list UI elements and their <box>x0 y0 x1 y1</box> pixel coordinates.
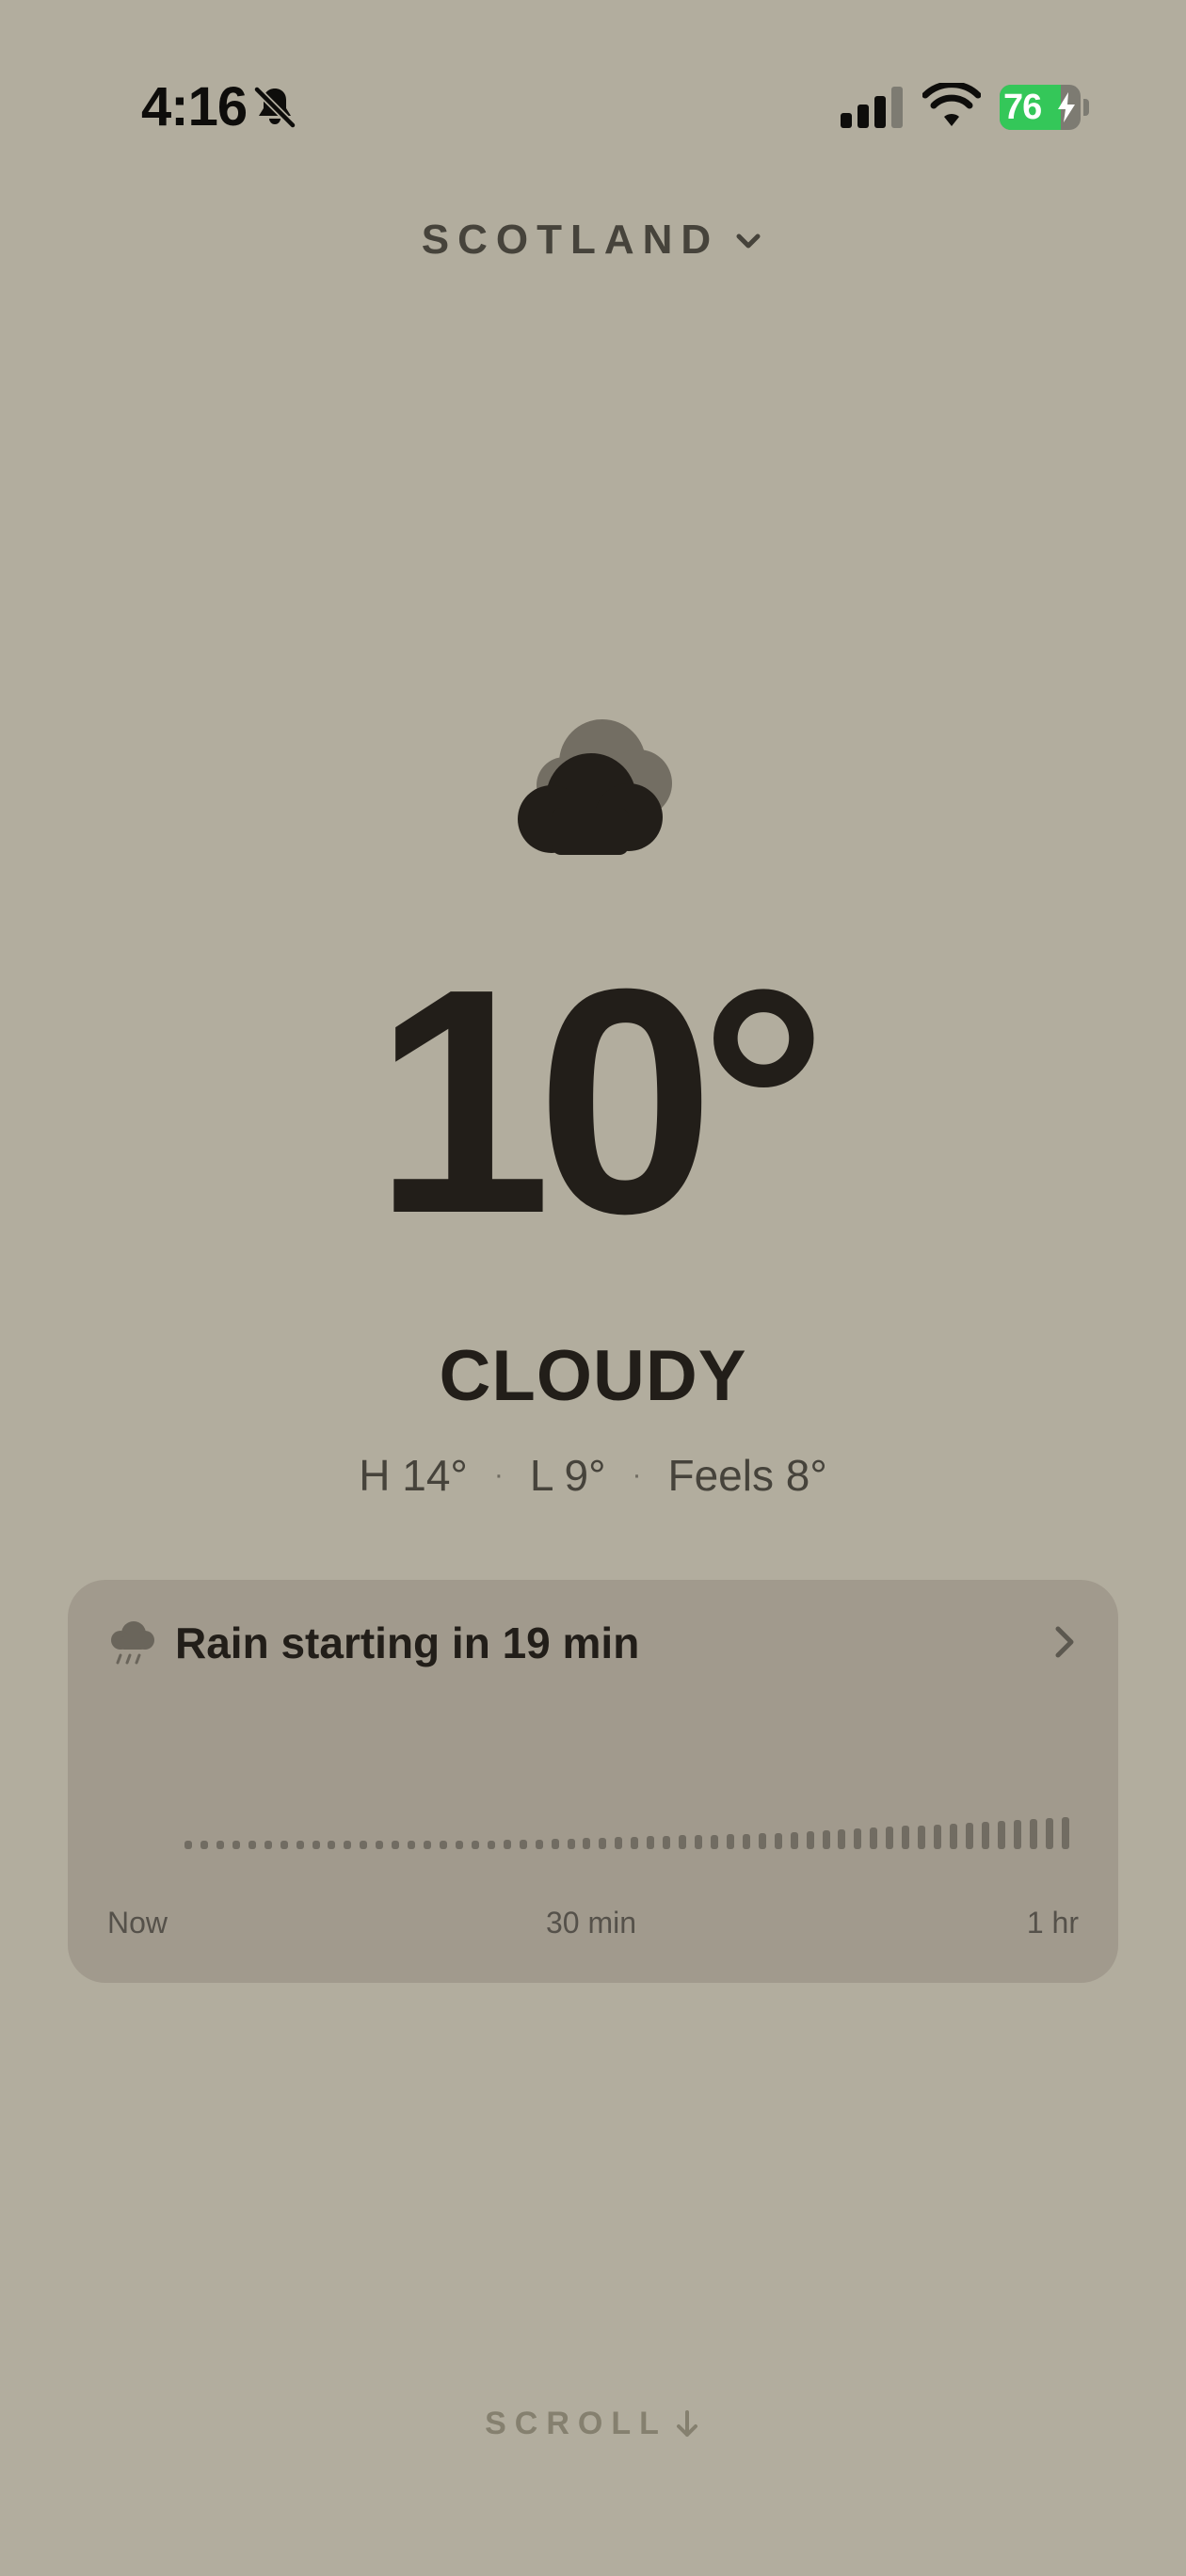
precipitation-bar <box>503 1840 511 1849</box>
precipitation-bar <box>726 1834 734 1849</box>
precipitation-bar <box>599 1838 607 1849</box>
precipitation-bar <box>392 1841 400 1849</box>
precipitation-bar <box>328 1841 336 1849</box>
precipitation-bar <box>519 1840 527 1849</box>
precipitation-bar <box>264 1841 272 1849</box>
cellular-signal-icon <box>841 87 903 128</box>
precipitation-bar <box>184 1841 192 1849</box>
precipitation-bar <box>631 1837 639 1849</box>
precipitation-bar <box>471 1841 479 1849</box>
bolt-icon <box>1058 92 1075 122</box>
precipitation-bar <box>790 1832 798 1849</box>
precipitation-bar <box>902 1826 910 1849</box>
temperature-summary: H 14° · L 9° · Feels 8° <box>0 1450 1186 1501</box>
battery-cap <box>1083 99 1089 116</box>
status-time: 4:16 <box>141 76 248 137</box>
precipitation-chart <box>184 1796 1069 1849</box>
battery-charging-icon: 76 <box>1000 85 1090 130</box>
high-temperature: H 14° <box>359 1451 468 1500</box>
precipitation-bar <box>695 1835 702 1849</box>
precipitation-bar <box>934 1825 942 1849</box>
cloud-icon <box>518 719 672 855</box>
precipitation-bar <box>997 1821 1005 1849</box>
precipitation-bar <box>615 1837 623 1849</box>
current-temperature: 10° <box>373 923 827 1280</box>
precipitation-bar <box>408 1841 416 1849</box>
precipitation-bar <box>1013 1820 1021 1849</box>
precipitation-bar <box>248 1841 256 1849</box>
precipitation-bar <box>742 1834 750 1849</box>
location-selector[interactable]: SCOTLAND <box>0 217 1186 264</box>
precipitation-bar <box>1061 1817 1069 1849</box>
precipitation-bar <box>296 1841 304 1849</box>
precipitation-bar <box>758 1833 766 1849</box>
precipitation-bar <box>344 1841 352 1849</box>
weather-condition: CLOUDY <box>439 1336 747 1416</box>
precipitation-bar <box>535 1840 543 1849</box>
precipitation-bar <box>870 1827 878 1849</box>
precipitation-bar <box>854 1828 862 1849</box>
precipitation-bar <box>1045 1818 1053 1849</box>
precipitation-bar <box>950 1824 957 1849</box>
scroll-label: SCROLL <box>485 2406 667 2441</box>
scroll-hint[interactable]: SCROLL <box>0 2406 1186 2442</box>
battery-percent: 76 <box>1003 88 1042 127</box>
cloud-rain-icon <box>111 1621 154 1665</box>
chevron-down-icon <box>736 233 761 249</box>
wifi-icon <box>922 83 981 126</box>
status-bar: 4:16 76 <box>0 0 1186 217</box>
precipitation-bar <box>424 1841 432 1849</box>
axis-label-now: Now <box>107 1906 168 1940</box>
precipitation-bar <box>200 1841 208 1849</box>
precipitation-bar <box>360 1841 368 1849</box>
precipitation-bar <box>487 1841 495 1849</box>
precipitation-bar <box>663 1836 671 1849</box>
precipitation-bar <box>965 1823 973 1849</box>
precipitation-bar <box>647 1836 655 1849</box>
feels-like-temperature: Feels 8° <box>667 1451 827 1500</box>
precipitation-bar <box>583 1838 591 1849</box>
precipitation-bar <box>216 1841 224 1849</box>
precipitation-bar <box>981 1822 989 1849</box>
battery-body: 76 <box>1000 85 1081 130</box>
rain-card-title: Rain starting in 19 min <box>175 1618 640 1667</box>
precipitation-bar <box>1029 1819 1037 1849</box>
precipitation-bar <box>710 1835 718 1849</box>
precipitation-bar <box>551 1839 559 1849</box>
precipitation-bar <box>806 1831 814 1849</box>
precipitation-bar <box>918 1826 926 1849</box>
precipitation-bar <box>679 1835 687 1849</box>
precipitation-bar <box>822 1830 830 1849</box>
precipitation-bar <box>567 1839 575 1849</box>
separator-dot: · <box>632 1459 642 1490</box>
rain-forecast-card[interactable]: Rain starting in 19 min Now 30 min 1 hr <box>68 1580 1118 1983</box>
location-name: SCOTLAND <box>421 217 720 263</box>
precipitation-bar <box>774 1833 782 1849</box>
axis-label-1-hr: 1 hr <box>1026 1906 1079 1940</box>
bell-slash-icon <box>253 86 296 129</box>
precipitation-bar <box>376 1841 384 1849</box>
chevron-right-icon[interactable] <box>1049 1623 1081 1661</box>
precipitation-bar <box>312 1841 320 1849</box>
precipitation-bar <box>280 1841 288 1849</box>
precipitation-bar <box>886 1827 894 1849</box>
precipitation-bar <box>838 1829 846 1849</box>
separator-dot: · <box>493 1459 504 1490</box>
precipitation-bar <box>455 1841 463 1849</box>
low-temperature: L 9° <box>529 1451 606 1500</box>
precipitation-bar <box>232 1841 240 1849</box>
axis-label-30-min: 30 min <box>546 1906 637 1940</box>
arrow-down-icon <box>676 2409 697 2437</box>
precipitation-bar <box>440 1841 447 1849</box>
